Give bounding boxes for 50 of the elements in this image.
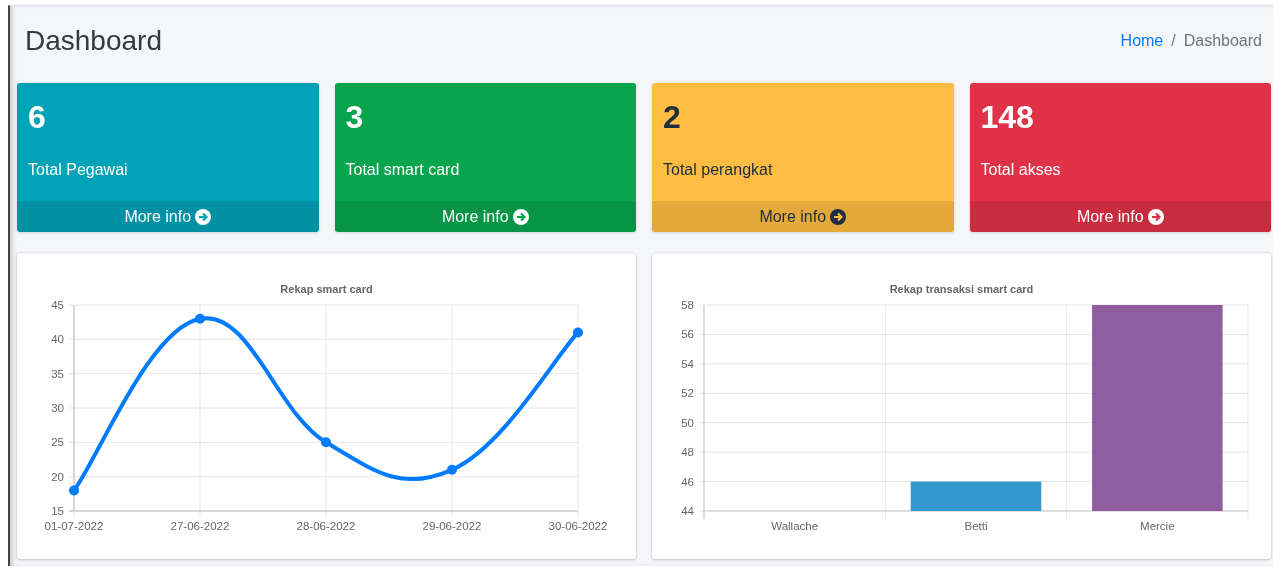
y-axis-label: 58 [681, 299, 694, 311]
arrow-circle-icon [512, 208, 529, 225]
x-axis-label: 27-06-2022 [170, 520, 230, 532]
arrow-circle-icon [830, 208, 847, 225]
x-axis-label: 29-06-2022 [422, 520, 482, 532]
y-axis-label: 46 [681, 475, 694, 488]
stat-value: 148 [980, 98, 1035, 137]
y-axis-label: 48 [681, 446, 694, 459]
arrow-circle-icon [1147, 208, 1164, 225]
stat-label: Total perangkat [663, 161, 774, 179]
more-info-link[interactable]: More info [17, 201, 319, 232]
breadcrumb-separator: / [1171, 32, 1176, 50]
y-axis-label: 30 [51, 402, 64, 414]
y-axis-label: 40 [51, 333, 64, 346]
chart-title: Rekap transaksi smart card [889, 283, 1034, 295]
breadcrumb-home-link[interactable]: Home [1120, 32, 1164, 50]
stat-value: 2 [663, 98, 682, 137]
arrow-circle-icon [195, 208, 212, 225]
page-title: Dashboard [25, 25, 162, 57]
stat-value: 3 [345, 98, 365, 137]
y-axis-label: 25 [51, 436, 64, 449]
y-axis-label: 50 [681, 416, 694, 429]
x-axis-label: 01-07-2022 [44, 520, 104, 532]
y-axis-label: 15 [51, 505, 64, 517]
y-axis-label: 44 [681, 505, 694, 517]
y-axis-label: 20 [51, 470, 64, 483]
x-axis-label: 28-06-2022 [296, 520, 356, 532]
chart-title: Rekap smart card [280, 283, 373, 295]
more-info-link[interactable]: More info [969, 201, 1271, 232]
y-axis-label: 35 [51, 367, 64, 380]
x-axis-label: Wallache [771, 520, 819, 532]
data-point [195, 313, 205, 324]
x-axis-label: Betti [964, 520, 988, 532]
data-point [69, 485, 79, 496]
more-info-link[interactable]: More info [334, 201, 636, 232]
x-axis-label: Mercie [1140, 520, 1175, 532]
y-axis-label: 52 [681, 387, 694, 400]
stat-label: Total smart card [345, 161, 461, 179]
stat-value: 6 [28, 98, 47, 137]
data-point [321, 437, 331, 448]
breadcrumb-current: Dashboard [1183, 32, 1262, 50]
y-axis-label: 54 [681, 357, 694, 370]
data-point [447, 464, 457, 475]
y-axis-label: 45 [51, 299, 64, 311]
x-axis-label: 30-06-2022 [548, 520, 608, 532]
y-axis-label: 56 [681, 328, 694, 341]
more-info-link[interactable]: More info [652, 201, 954, 232]
stat-label: Total akses [980, 161, 1062, 179]
data-point [573, 327, 583, 338]
stat-label: Total Pegawai [28, 161, 129, 179]
